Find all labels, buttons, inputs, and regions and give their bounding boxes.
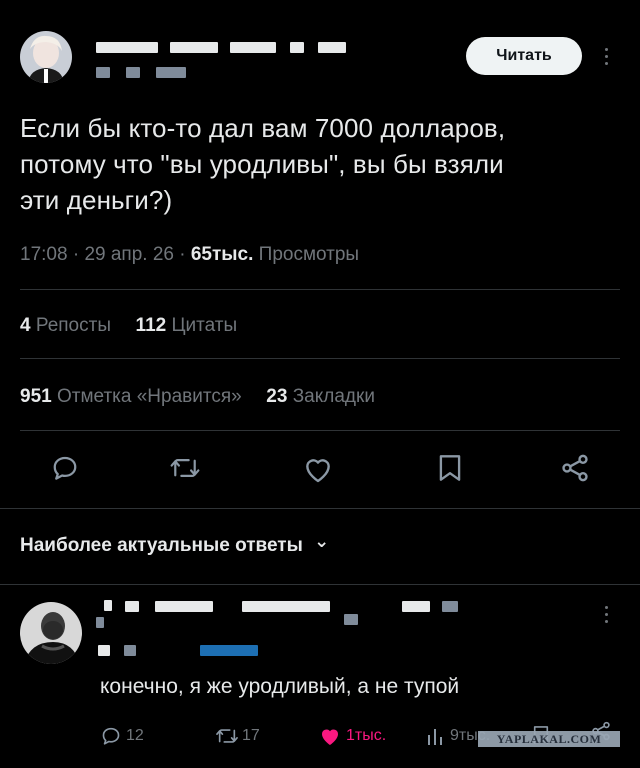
repost-quote-stats: 4 Репосты 112 Цитаты bbox=[20, 315, 237, 337]
repost-icon[interactable] bbox=[214, 725, 240, 747]
divider bbox=[0, 508, 640, 509]
reply-handle-redacted bbox=[344, 614, 358, 625]
post-text-line: эти деньги?) bbox=[20, 185, 173, 215]
post-meta: 17:08 · 29 апр. 26 · 65тыс. Просмотры bbox=[20, 244, 359, 266]
reply-author-redacted bbox=[104, 600, 112, 611]
author-name-redacted bbox=[96, 42, 158, 53]
views-count: 65тыс. bbox=[190, 244, 254, 265]
meta-separator: · bbox=[179, 244, 186, 265]
reply-likes-count: 1тыс. bbox=[346, 727, 387, 744]
replies-sort-label: Наиболее актуальные ответы bbox=[20, 535, 303, 556]
watermark-text: YAPLAKAL.COM bbox=[496, 731, 602, 746]
quotes-count: 112 bbox=[135, 315, 167, 336]
watermark: YAPLAKAL.COM bbox=[478, 731, 620, 747]
reply-replies-count: 12 bbox=[126, 727, 144, 744]
author-name-redacted bbox=[290, 42, 304, 53]
author-name-redacted bbox=[318, 42, 346, 53]
follow-button[interactable]: Читать bbox=[466, 37, 582, 75]
reply-mention-redacted bbox=[200, 645, 258, 656]
author-handle-redacted bbox=[96, 67, 110, 78]
divider bbox=[20, 430, 620, 431]
divider bbox=[20, 289, 620, 290]
likes-label: Отметка «Нравится» bbox=[56, 386, 242, 407]
likes-stat[interactable]: 951 Отметка «Нравится» bbox=[20, 386, 242, 407]
reply-handle-redacted bbox=[96, 617, 104, 628]
reply-handle-redacted bbox=[442, 601, 458, 612]
reply-icon[interactable] bbox=[100, 725, 122, 747]
author-name-redacted bbox=[170, 42, 218, 53]
reposts-label: Репосты bbox=[35, 315, 111, 336]
views-label: Просмотры bbox=[258, 244, 360, 265]
quotes-label: Цитаты bbox=[171, 315, 238, 336]
share-icon[interactable] bbox=[559, 452, 591, 484]
kebab-icon[interactable] bbox=[602, 48, 610, 65]
reposts-stat[interactable]: 4 Репосты bbox=[20, 315, 111, 336]
like-icon[interactable] bbox=[302, 454, 334, 484]
views-icon[interactable] bbox=[426, 725, 446, 747]
post-time[interactable]: 17:08 bbox=[20, 244, 68, 265]
bookmarks-stat[interactable]: 23 Закладки bbox=[266, 386, 375, 407]
author-handle-redacted bbox=[126, 67, 140, 78]
reply-handle-redacted bbox=[124, 645, 136, 656]
reply-handle-redacted bbox=[402, 601, 430, 612]
reply-author-redacted bbox=[125, 601, 139, 612]
reply-reposts-count: 17 bbox=[242, 727, 260, 744]
like-bookmark-stats: 951 Отметка «Нравится» 23 Закладки bbox=[20, 386, 375, 408]
post-text-line: потому что "вы уродливы", вы бы взяли bbox=[20, 149, 504, 179]
author-avatar[interactable] bbox=[20, 31, 72, 83]
replies-sort-dropdown[interactable]: Наиболее актуальные ответы ⌄ bbox=[20, 531, 329, 557]
kebab-icon[interactable] bbox=[602, 606, 610, 623]
reply-author-redacted bbox=[242, 601, 330, 612]
author-handle-redacted bbox=[156, 67, 186, 78]
likes-count: 951 bbox=[20, 386, 52, 407]
like-icon[interactable] bbox=[318, 725, 342, 747]
reply-author-redacted bbox=[155, 601, 213, 612]
meta-separator: · bbox=[72, 244, 80, 265]
chevron-down-icon: ⌄ bbox=[314, 531, 330, 551]
post-text: Если бы кто-то дал вам 7000 долларов, по… bbox=[20, 110, 630, 218]
bookmarks-count: 23 bbox=[266, 386, 288, 407]
reply-author-avatar[interactable] bbox=[20, 602, 82, 664]
post-text-line: Если бы кто-то дал вам 7000 долларов, bbox=[20, 113, 506, 143]
reply-icon[interactable] bbox=[50, 453, 80, 483]
post-date[interactable]: 29 апр. 26 bbox=[84, 244, 174, 265]
divider bbox=[20, 358, 620, 359]
author-name-redacted bbox=[230, 42, 276, 53]
bookmarks-label: Закладки bbox=[292, 386, 375, 407]
repost-icon[interactable] bbox=[168, 453, 202, 483]
reply-text: конечно, я же уродливый, а не тупой bbox=[100, 675, 460, 698]
quotes-stat[interactable]: 112 Цитаты bbox=[136, 315, 238, 336]
divider bbox=[0, 584, 640, 585]
bookmark-icon[interactable] bbox=[437, 452, 463, 484]
reposts-count: 4 bbox=[20, 315, 31, 336]
reply-handle-redacted bbox=[98, 645, 110, 656]
